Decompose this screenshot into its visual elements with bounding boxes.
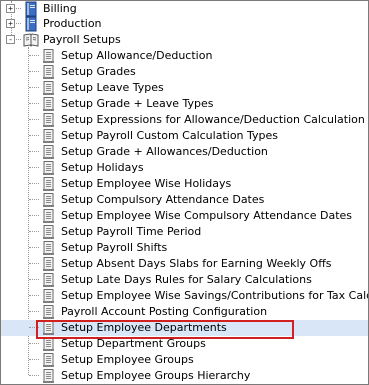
tree-item[interactable]: Setup Payroll Custom Calculation Types: [1, 128, 368, 144]
tree-branch-line: [29, 375, 39, 376]
document-icon: [43, 369, 54, 383]
tree-item-label: Setup Grade + Leave Types: [61, 97, 214, 110]
tree-item[interactable]: Setup Grades: [1, 64, 368, 80]
tree-item[interactable]: Setup Employee Groups Hierarchy: [1, 368, 368, 384]
document-icon: [43, 353, 54, 367]
tree-node-payroll-setups[interactable]: - Payroll Setups: [1, 32, 368, 48]
document-icon: [43, 209, 54, 223]
tree-branch-line: [29, 359, 39, 360]
tree-item[interactable]: Setup Compulsory Attendance Dates: [1, 192, 368, 208]
tree-item-label: Setup Payroll Time Period: [61, 225, 202, 238]
tree-item-label: Setup Employee Wise Compulsory Attendanc…: [61, 209, 353, 222]
tree-item-label: Setup Late Days Rules for Salary Calcula…: [61, 273, 312, 286]
tree-item[interactable]: Setup Employee Wise Savings/Contribution…: [1, 288, 368, 304]
open-book-icon: [23, 33, 39, 47]
tree-item[interactable]: Setup Employee Groups: [1, 352, 368, 368]
tree-branch-line: [29, 263, 39, 264]
document-icon: [43, 241, 54, 255]
document-icon: [43, 145, 54, 159]
document-icon: [43, 65, 54, 79]
tree-item-label: Setup Leave Types: [61, 81, 164, 94]
tree-item[interactable]: Payroll Account Posting Configuration: [1, 304, 368, 320]
tree-view: + Billing + Production - Payroll Setups …: [0, 0, 369, 385]
book-icon: [25, 1, 37, 17]
tree-branch-line: [29, 55, 39, 56]
tree-item-label: Setup Compulsory Attendance Dates: [61, 193, 265, 206]
tree-branch-line: [29, 199, 39, 200]
document-icon: [43, 273, 54, 287]
tree-node-billing[interactable]: + Billing: [1, 1, 368, 17]
tree-item-label: Setup Expressions for Allowance/Deductio…: [61, 113, 365, 126]
tree-branch-line: [29, 103, 39, 104]
tree-node-label: Production: [43, 17, 102, 30]
tree-item-label: Setup Employee Departments: [61, 321, 227, 334]
tree-item-label: Setup Holidays: [61, 161, 144, 174]
document-icon: [43, 305, 54, 319]
tree-item[interactable]: Setup Allowance/Deduction: [1, 48, 368, 64]
document-icon: [43, 289, 54, 303]
tree-branch-line: [29, 215, 39, 216]
tree-item[interactable]: Setup Employee Wise Holidays: [1, 176, 368, 192]
tree-branch-line: [29, 151, 39, 152]
tree-item[interactable]: Setup Payroll Shifts: [1, 240, 368, 256]
tree-item-label: Setup Payroll Custom Calculation Types: [61, 129, 279, 142]
tree-item-label: Setup Grades: [61, 65, 136, 78]
tree-branch-line: [29, 167, 39, 168]
tree-item-label: Payroll Account Posting Configuration: [61, 305, 268, 318]
document-icon: [43, 161, 54, 175]
tree-branch-line: [29, 135, 39, 136]
tree-branch-line: [29, 247, 39, 248]
tree-item-label: Setup Absent Days Slabs for Earning Week…: [61, 257, 332, 270]
document-icon: [43, 321, 54, 335]
document-icon: [43, 129, 54, 143]
expand-icon[interactable]: +: [6, 19, 15, 28]
tree-item-label: Setup Payroll Shifts: [61, 241, 168, 254]
document-icon: [43, 193, 54, 207]
tree-branch-line: [29, 295, 39, 296]
tree-item-label: Setup Department Groups: [61, 337, 206, 350]
document-icon: [43, 49, 54, 63]
document-icon: [43, 257, 54, 271]
document-icon: [43, 97, 54, 111]
document-icon: [43, 177, 54, 191]
tree-branch-line: [29, 311, 39, 312]
document-icon: [43, 225, 54, 239]
tree-item-label: Setup Employee Wise Savings/Contribution…: [61, 289, 368, 302]
tree-branch-line: [29, 231, 39, 232]
document-icon: [43, 337, 54, 351]
tree-node-label: Billing: [43, 2, 77, 15]
tree-branch-line: [29, 119, 39, 120]
tree-item[interactable]: Setup Absent Days Slabs for Earning Week…: [1, 256, 368, 272]
tree-item[interactable]: Setup Department Groups: [1, 336, 368, 352]
tree-item-label: Setup Grade + Allowances/Deduction: [61, 145, 268, 158]
tree-branch-line: [29, 87, 39, 88]
tree-item-selected[interactable]: Setup Employee Departments: [1, 320, 368, 336]
tree-branch-line: [29, 279, 39, 280]
tree-node-label: Payroll Setups: [43, 33, 121, 46]
tree-item-label: Setup Employee Wise Holidays: [61, 177, 232, 190]
tree-item[interactable]: Setup Leave Types: [1, 80, 368, 96]
tree-item[interactable]: Setup Employee Wise Compulsory Attendanc…: [1, 208, 368, 224]
tree-item-label: Setup Employee Groups Hierarchy: [61, 369, 251, 382]
tree-item[interactable]: Setup Holidays: [1, 160, 368, 176]
tree-item[interactable]: Setup Late Days Rules for Salary Calcula…: [1, 272, 368, 288]
document-icon: [43, 113, 54, 127]
tree-item[interactable]: Setup Grade + Leave Types: [1, 96, 368, 112]
tree-item-label: Setup Employee Groups: [61, 353, 194, 366]
tree-item[interactable]: Setup Payroll Time Period: [1, 224, 368, 240]
book-icon: [25, 16, 37, 32]
tree-item-label: Setup Allowance/Deduction: [61, 49, 213, 62]
tree-branch-line: [29, 327, 39, 328]
tree-branch-line: [29, 343, 39, 344]
expand-icon[interactable]: +: [6, 4, 15, 13]
tree-node-production[interactable]: + Production: [1, 16, 368, 32]
tree-branch-line: [29, 183, 39, 184]
tree-item[interactable]: Setup Expressions for Allowance/Deductio…: [1, 112, 368, 128]
tree-branch-line: [29, 71, 39, 72]
collapse-icon[interactable]: -: [6, 35, 15, 44]
document-icon: [43, 81, 54, 95]
tree-item[interactable]: Setup Grade + Allowances/Deduction: [1, 144, 368, 160]
